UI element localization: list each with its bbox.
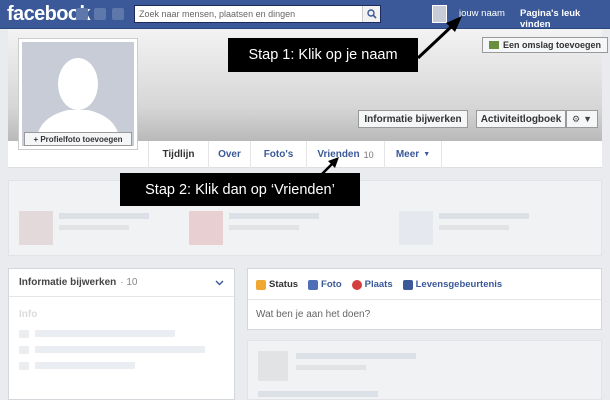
suggestion-card[interactable]	[189, 211, 339, 247]
chevron-down-icon: ▼	[423, 151, 431, 158]
info-row	[19, 330, 226, 338]
info-section: Info	[19, 309, 226, 397]
tab-label: Foto's	[263, 149, 294, 160]
update-info-title: Informatie bijwerken	[19, 277, 117, 288]
gear-icon: ⚙	[572, 113, 581, 124]
tab-more[interactable]: Meer ▼	[384, 141, 442, 168]
update-info-button[interactable]: Informatie bijwerken	[358, 110, 468, 128]
friend-requests-icon[interactable]	[76, 8, 88, 20]
tab-label: Meer	[395, 149, 420, 160]
tab-about[interactable]: Over	[208, 141, 250, 168]
search-icon	[366, 9, 377, 19]
composer-tabs: Status Foto Plaats Levensgebeurtenis	[256, 279, 502, 290]
info-row	[19, 346, 226, 354]
tab-label: Tijdlijn	[162, 149, 195, 160]
add-profile-photo-button[interactable]: + Profielfoto toevoegen	[24, 132, 132, 146]
composer-tab-place[interactable]: Plaats	[351, 279, 393, 290]
user-avatar[interactable]	[432, 5, 447, 23]
update-info-count: · 10	[120, 277, 138, 288]
search-input[interactable]	[135, 6, 362, 22]
composer-tab-status[interactable]: Status	[256, 279, 298, 290]
tab-timeline[interactable]: Tijdlijn	[148, 141, 208, 168]
info-section-title: Info	[19, 309, 38, 320]
tab-label: Over	[218, 149, 241, 160]
globe-notifications-icon[interactable]	[112, 8, 124, 20]
composer-tab-photo[interactable]: Foto	[308, 279, 342, 290]
place-icon	[351, 279, 362, 290]
photo-icon	[308, 279, 319, 290]
tab-photos[interactable]: Foto's	[250, 141, 306, 168]
pages-like-link[interactable]: Pagina's leuk vinden	[520, 8, 610, 30]
settings-dropdown-button[interactable]: ⚙ ▼	[566, 110, 598, 128]
annotation-step-2: Stap 2: Klik dan op ‘Vrienden’	[120, 173, 360, 206]
status-input[interactable]: Wat ben je aan het doen?	[248, 299, 601, 330]
messages-icon[interactable]	[94, 8, 106, 20]
activity-log-button[interactable]: Activiteitlogboek	[476, 110, 566, 128]
add-cover-button[interactable]: Een omslag toevoegen	[482, 37, 609, 53]
top-bar: facebook jouw naam Pagina's leuk vinden	[0, 0, 610, 30]
notification-jewels	[76, 8, 124, 20]
chevron-down-icon	[215, 280, 224, 286]
add-cover-icon	[489, 41, 499, 49]
annotation-step-1: Stap 1: Klik op je naam	[228, 38, 418, 72]
flag-icon	[402, 279, 413, 290]
suggestion-thumbnail	[399, 211, 433, 245]
pencil-icon	[256, 279, 266, 290]
chevron-down-icon: ▼	[583, 114, 592, 124]
suggestion-thumbnail	[189, 211, 223, 245]
tab-friends[interactable]: Vrienden 10	[306, 141, 384, 168]
post-avatar	[258, 351, 288, 381]
info-row	[19, 362, 226, 370]
suggestion-thumbnail	[19, 211, 53, 245]
status-composer: Status Foto Plaats Levensgebeurtenis Wat…	[247, 268, 602, 330]
user-name-link[interactable]: jouw naam	[459, 8, 505, 19]
add-cover-label: Een omslag toevoegen	[503, 40, 602, 50]
suggestion-card[interactable]	[399, 211, 549, 247]
composer-tab-life-event[interactable]: Levensgebeurtenis	[402, 279, 502, 290]
suggestion-card[interactable]	[19, 211, 169, 247]
profile-picture-placeholder	[22, 42, 134, 146]
search-bar	[134, 5, 381, 23]
search-button[interactable]	[362, 6, 380, 22]
timeline-post	[247, 340, 602, 400]
update-info-panel: Informatie bijwerken · 10 Info	[8, 268, 235, 400]
update-info-header[interactable]: Informatie bijwerken · 10	[9, 269, 234, 297]
silhouette-icon	[36, 58, 120, 146]
tab-label: Vrienden	[317, 149, 360, 160]
friends-count: 10	[363, 149, 374, 160]
